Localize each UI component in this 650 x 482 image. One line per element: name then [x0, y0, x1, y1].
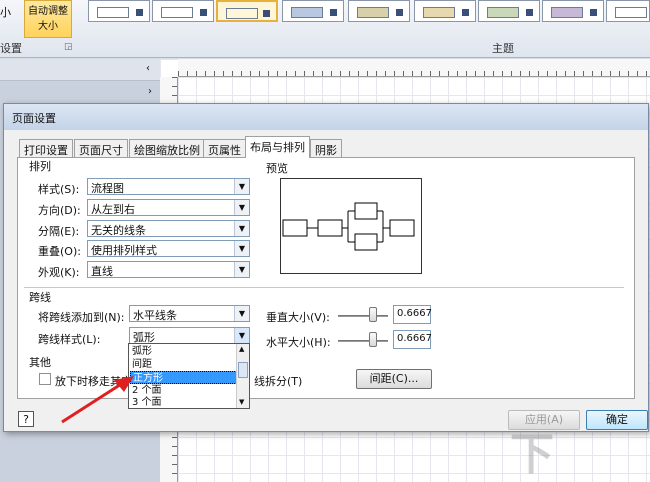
horizontal-size-input[interactable]: 0.6667 — [393, 330, 432, 349]
theme-thumbnail[interactable] — [152, 0, 214, 22]
chevron-down-icon: ▼ — [234, 200, 249, 215]
spacing-button[interactable]: 间距(C)... — [356, 369, 432, 389]
scroll-down-icon[interactable]: ▼ — [239, 398, 244, 406]
chevron-down-icon: ▼ — [234, 221, 249, 236]
overlap-select[interactable]: 使用排列样式 ▼ — [87, 240, 250, 257]
dropdown-option-selected[interactable]: 正方形 — [130, 371, 237, 384]
horizontal-size-label: 水平大小(H): — [266, 336, 331, 349]
vertical-size-label: 垂直大小(V): — [266, 311, 330, 324]
split-label: 线拆分(T) — [254, 375, 303, 388]
help-icon[interactable]: ? — [18, 411, 34, 427]
add-jumps-select[interactable]: 水平线条 ▼ — [129, 305, 250, 322]
tab-page-size[interactable]: 页面尺寸 — [74, 139, 128, 157]
preview-node — [317, 219, 343, 237]
ribbon-group-label: 主题 — [492, 42, 514, 55]
appearance-value: 直线 — [91, 265, 113, 278]
layout-preview — [280, 178, 422, 274]
horizontal-ruler — [178, 59, 650, 77]
add-jumps-label: 将跨线添加到(N): — [38, 311, 125, 324]
size-label: 小 — [0, 6, 11, 19]
theme-thumbnail[interactable] — [606, 0, 650, 22]
preview-node — [354, 233, 378, 251]
dropdown-option[interactable]: 3 个面 — [130, 396, 237, 409]
auto-size-button[interactable]: 自动调整 大小 — [24, 0, 72, 38]
preview-node — [354, 202, 378, 220]
theme-thumbnail[interactable] — [478, 0, 540, 22]
move-away-label: 放下时移走其它 — [55, 375, 132, 388]
scroll-up-icon[interactable]: ▲ — [239, 345, 244, 353]
auto-size-label: 自动调整 大小 — [28, 6, 68, 32]
overlap-value: 使用排列样式 — [91, 244, 157, 257]
direction-select[interactable]: 从左到右 ▼ — [87, 199, 250, 216]
appearance-select[interactable]: 直线 ▼ — [87, 261, 250, 278]
move-away-checkbox[interactable] — [39, 373, 51, 385]
dropdown-scrollbar[interactable]: ▲ ▼ — [236, 344, 249, 408]
tab-layout-routing[interactable]: 布局与排列 — [245, 136, 310, 158]
vertical-size-slider-thumb[interactable] — [369, 307, 377, 322]
preview-node — [282, 219, 308, 237]
theme-thumbnail[interactable] — [348, 0, 410, 22]
expand-icon[interactable]: › — [148, 86, 152, 97]
style-value: 流程图 — [91, 182, 124, 195]
direction-label: 方向(D): — [38, 204, 81, 217]
tab-shadows[interactable]: 阴影 — [310, 139, 342, 157]
theme-thumbnail[interactable] — [88, 0, 150, 22]
theme-thumbnail-selected[interactable] — [216, 0, 278, 22]
dialog-title: 页面设置 — [12, 112, 56, 125]
vertical-size-slider[interactable] — [338, 315, 388, 317]
chevron-down-icon: ▼ — [234, 306, 249, 321]
direction-value: 从左到右 — [91, 203, 135, 216]
preview-label: 预览 — [266, 162, 288, 175]
dialog-titlebar[interactable]: 页面设置 — [4, 104, 648, 130]
divider — [24, 287, 624, 288]
jump-style-select[interactable]: 弧形 ▼ — [129, 327, 250, 344]
overlap-label: 重叠(O): — [38, 245, 81, 258]
dropdown-option[interactable]: 弧形 — [130, 345, 237, 358]
vertical-size-input[interactable]: 0.6667 — [393, 305, 432, 324]
theme-thumbnail[interactable] — [282, 0, 344, 22]
ribbon: 小 自动调整 大小 设置 ◲ 主题 — [0, 0, 650, 58]
jump-style-label: 跨线样式(L): — [38, 333, 101, 346]
collapse-icon[interactable]: ‹ — [146, 63, 150, 74]
dialog-launcher-icon[interactable]: ◲ — [64, 42, 73, 52]
theme-thumbnail[interactable] — [414, 0, 476, 22]
horizontal-size-slider[interactable] — [338, 340, 388, 342]
scroll-thumb[interactable] — [238, 362, 248, 378]
dropdown-option[interactable]: 间距 — [130, 358, 237, 371]
layout-section-title: 排列 — [29, 160, 51, 173]
add-jumps-value: 水平线条 — [133, 309, 177, 322]
style-label: 样式(S): — [38, 183, 80, 196]
appearance-label: 外观(K): — [38, 266, 80, 279]
jumps-section-title: 跨线 — [29, 291, 51, 304]
chevron-down-icon: ▼ — [234, 179, 249, 194]
tab-drawing-scale[interactable]: 绘图缩放比例 — [129, 139, 205, 157]
tab-print-setup[interactable]: 打印设置 — [19, 139, 73, 157]
tab-page-properties[interactable]: 页属性 — [203, 139, 246, 157]
horizontal-size-slider-thumb[interactable] — [369, 332, 377, 347]
watermark: 下 — [510, 429, 556, 480]
other-section-title: 其他 — [29, 356, 51, 369]
preview-node — [389, 219, 415, 237]
separation-value: 无关的线条 — [91, 224, 146, 237]
chevron-down-icon: ▼ — [234, 262, 249, 277]
jump-style-dropdown: 弧形 间距 正方形 2 个面 3 个面 ▲ ▼ — [128, 343, 250, 409]
separation-label: 分隔(E): — [38, 225, 80, 238]
shapes-pane-header: ‹ — [0, 59, 160, 81]
chevron-down-icon: ▼ — [234, 328, 249, 343]
theme-thumbnail[interactable] — [542, 0, 604, 22]
chevron-down-icon: ▼ — [234, 241, 249, 256]
preview-flowchart — [282, 202, 415, 251]
style-select[interactable]: 流程图 ▼ — [87, 178, 250, 195]
separation-select[interactable]: 无关的线条 ▼ — [87, 220, 250, 237]
ribbon-group-label: 设置 — [0, 42, 22, 55]
